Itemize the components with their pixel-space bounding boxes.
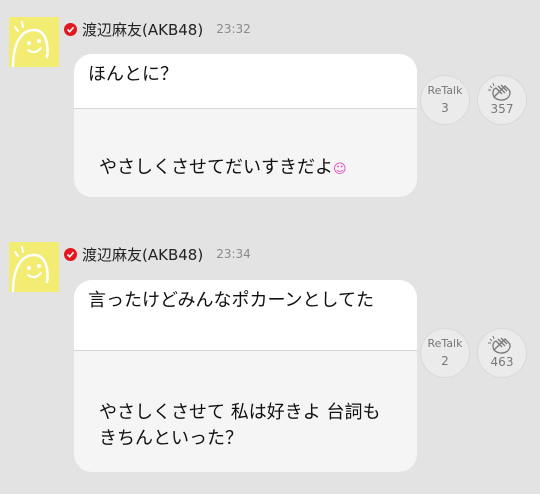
avatar[interactable] [9,17,59,67]
retalk-button[interactable]: ReTalk 3 [420,75,470,125]
reply-text: やさしくさせてだいすきだよ [99,157,333,178]
retalk-count: 2 [441,354,449,368]
avatar[interactable] [9,242,59,292]
message-bubble[interactable]: 言ったけどみんなポカーンとしてた やさしくさせて 私は好きよ 台詞もきちんといっ… [74,280,417,472]
author-name[interactable]: 渡辺麻友(AKB48) [82,244,203,265]
quoted-message: 言ったけどみんなポカーンとしてた [74,280,417,351]
author-name[interactable]: 渡辺麻友(AKB48) [82,19,203,40]
post-header: 渡辺麻友(AKB48) 23:32 [64,17,251,41]
verified-icon [64,247,77,261]
clap-icon [488,336,516,354]
reply-message: やさしくさせて 私は好きよ 台詞もきちんといった？ [74,351,417,452]
quoted-text: 言ったけどみんなポカーンとしてた [88,290,375,311]
retalk-button[interactable]: ReTalk 2 [420,328,470,378]
clap-count: 357 [490,102,514,116]
retalk-label: ReTalk [427,84,463,97]
quoted-message: ほんとに？ [74,54,417,109]
blush-emoji-icon: ☺ [333,162,347,177]
message-bubble[interactable]: ほんとに？ やさしくさせてだいすきだよ☺ [74,54,417,197]
verified-icon [64,22,77,36]
reply-text: やさしくさせて 私は好きよ 台詞もきちんといった？ [99,402,381,449]
post-time: 23:32 [216,22,251,36]
retalk-count: 3 [441,101,449,115]
clap-button[interactable]: 357 [477,75,527,125]
clap-count: 463 [490,355,514,369]
post-time: 23:34 [216,247,251,261]
retalk-label: ReTalk [427,337,463,350]
quoted-text: ほんとに？ [88,64,178,85]
post-header: 渡辺麻友(AKB48) 23:34 [64,242,251,266]
clap-button[interactable]: 463 [477,328,527,378]
clap-icon [488,83,516,101]
reply-message: やさしくさせてだいすきだよ☺ [74,109,417,183]
